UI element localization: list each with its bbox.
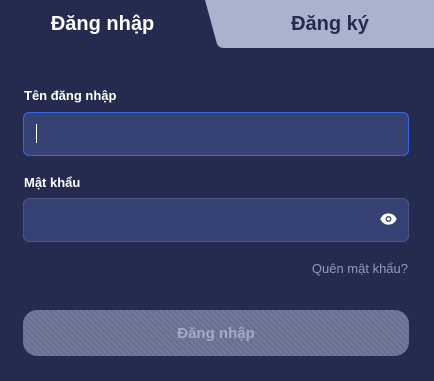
login-submit-button[interactable]: Đăng nhập <box>23 310 409 356</box>
login-panel: Đăng nhập Đăng ký Tên đăng nhập Mật khẩu… <box>0 0 434 381</box>
username-input[interactable] <box>23 112 409 156</box>
tab-login[interactable]: Đăng nhập <box>0 0 205 48</box>
password-label: Mật khẩu <box>24 175 81 190</box>
text-caret <box>36 124 37 143</box>
username-label: Tên đăng nhập <box>24 88 117 103</box>
auth-tabs: Đăng nhập Đăng ký <box>0 0 434 48</box>
eye-icon[interactable] <box>380 212 397 226</box>
password-input[interactable] <box>23 198 409 242</box>
tab-register[interactable]: Đăng ký <box>226 0 434 48</box>
forgot-password-link[interactable]: Quên mật khẩu? <box>312 261 408 276</box>
